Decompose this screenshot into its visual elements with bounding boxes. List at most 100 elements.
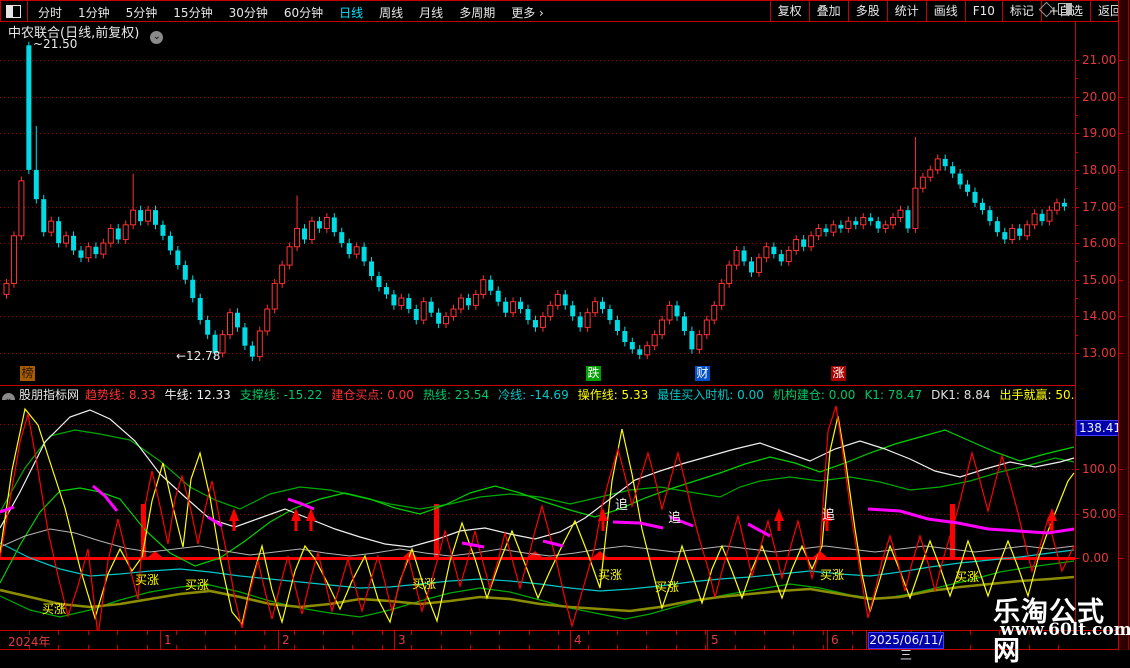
price-tick-minor	[1075, 298, 1078, 299]
axis-tick	[176, 645, 177, 649]
period-tab-分时[interactable]: 分时	[30, 6, 70, 20]
time-axis-label: 4	[574, 633, 582, 647]
price-tick	[1075, 353, 1079, 354]
axis-tick	[617, 645, 618, 649]
price-tick	[1075, 243, 1079, 244]
axis-tick	[441, 645, 442, 649]
toolbar-button-统计[interactable]: 统计	[887, 1, 926, 21]
candlestick-chart[interactable]	[0, 28, 1075, 385]
axis-tick	[793, 645, 794, 649]
candle-body	[928, 170, 933, 177]
window-split-icon[interactable]	[6, 5, 21, 18]
period-tab-多周期[interactable]: 多周期	[451, 6, 503, 20]
month-divider	[160, 631, 161, 649]
axis-tick	[470, 645, 471, 649]
candle-body	[399, 298, 404, 305]
period-tab-1分钟[interactable]: 1分钟	[70, 6, 118, 20]
candle-body	[220, 335, 225, 353]
candle-body	[175, 250, 180, 265]
panel-split-icon[interactable]	[1058, 3, 1072, 15]
buy-signal-label: 买涨	[42, 600, 66, 617]
axis-tick	[705, 631, 706, 635]
right-scroll-strip[interactable]	[1119, 0, 1130, 650]
strip-tick	[1119, 558, 1123, 559]
candle-body	[1032, 214, 1037, 225]
toolbar-button-画线[interactable]: 画线	[926, 1, 965, 21]
red-mound	[592, 551, 608, 558]
candle-body	[160, 225, 165, 236]
candle-body	[1047, 210, 1052, 221]
candle-body	[950, 166, 955, 173]
axis-tick	[470, 631, 471, 635]
candle-body	[786, 250, 791, 261]
period-tab-15分钟[interactable]: 15分钟	[165, 6, 220, 20]
candle-body	[1062, 203, 1067, 207]
toolbar-button-标记[interactable]: 标记	[1002, 1, 1041, 21]
axis-tick	[352, 645, 353, 649]
candle-body	[71, 236, 76, 251]
candle-body	[637, 349, 642, 354]
candle-body	[771, 247, 776, 254]
toolbar-button-F10[interactable]: F10	[965, 1, 1002, 21]
candle-body	[920, 177, 925, 188]
gray-line	[0, 529, 1074, 556]
candle-body	[1017, 228, 1022, 235]
axis-tick	[617, 631, 618, 635]
axis-tick	[823, 645, 824, 649]
price-tick	[1075, 316, 1079, 317]
period-tab-30分钟[interactable]: 30分钟	[221, 6, 276, 20]
candle-body	[317, 221, 322, 228]
period-tab-5分钟[interactable]: 5分钟	[118, 6, 166, 20]
candle-body	[607, 309, 612, 320]
period-tab-月线[interactable]: 月线	[411, 6, 451, 20]
trading-app-window: { "toolbar": { "periods": ["分时","1分钟","5…	[0, 0, 1130, 650]
axis-tick	[235, 631, 236, 635]
axis-tick	[529, 631, 530, 635]
indicator-param: 操作线: 5.33	[578, 388, 649, 400]
candle-body	[280, 265, 285, 283]
time-axis-label: 3	[398, 633, 406, 647]
candle-body	[19, 181, 24, 236]
axis-tick	[441, 631, 442, 635]
buy-signal-label: 买涨	[820, 566, 844, 583]
candle-body	[987, 210, 992, 221]
indicator-param: 冷线: -14.69	[498, 388, 569, 400]
candle-body	[101, 243, 106, 254]
strip-tick	[1119, 280, 1123, 281]
candle-body	[764, 247, 769, 258]
candle-body	[473, 294, 478, 305]
candle-body	[458, 298, 463, 309]
buy-signal-label: 买涨	[598, 566, 622, 583]
toolbar-button-复权[interactable]: 复权	[770, 1, 809, 21]
indicator-param: 建仓买点: 0.00	[331, 388, 414, 400]
period-tab-日线[interactable]: 日线	[331, 6, 371, 20]
toolbar-divider	[27, 1, 28, 21]
time-axis-label: 6	[831, 633, 839, 647]
axis-tick	[58, 631, 59, 635]
axis-tick	[588, 645, 589, 649]
price-tick	[1075, 170, 1079, 171]
toolbar-button-多股[interactable]: 多股	[848, 1, 887, 21]
strip-tick	[1119, 170, 1123, 171]
indicator-panel[interactable]: 买涨买涨买涨买涨买涨买涨买涨买涨追追追	[0, 400, 1075, 630]
candle-body	[235, 313, 240, 328]
price-tick	[1075, 133, 1079, 134]
candle-body	[369, 261, 374, 276]
indicator-chevron-icon[interactable]: ⌄	[2, 393, 15, 400]
toolbar-button-叠加[interactable]: 叠加	[809, 1, 848, 21]
period-tab-60分钟[interactable]: 60分钟	[276, 6, 331, 20]
axis-tick	[558, 645, 559, 649]
magenta-trend-segment	[613, 522, 663, 528]
chase-signal-label: 追	[822, 504, 835, 523]
candle-body	[11, 236, 16, 284]
axis-tick	[235, 645, 236, 649]
period-tab-周线[interactable]: 周线	[371, 6, 411, 20]
strip-tick	[1119, 316, 1123, 317]
strip-tick	[1119, 60, 1123, 61]
period-tab-更多 ›[interactable]: 更多 ›	[503, 6, 552, 20]
candle-body	[86, 247, 91, 258]
indicator-param: K1: 78.47	[864, 388, 922, 400]
indicator-source[interactable]: 股朋指标网	[19, 388, 79, 400]
candle-body	[324, 217, 329, 228]
indicator-tick	[1075, 558, 1079, 559]
